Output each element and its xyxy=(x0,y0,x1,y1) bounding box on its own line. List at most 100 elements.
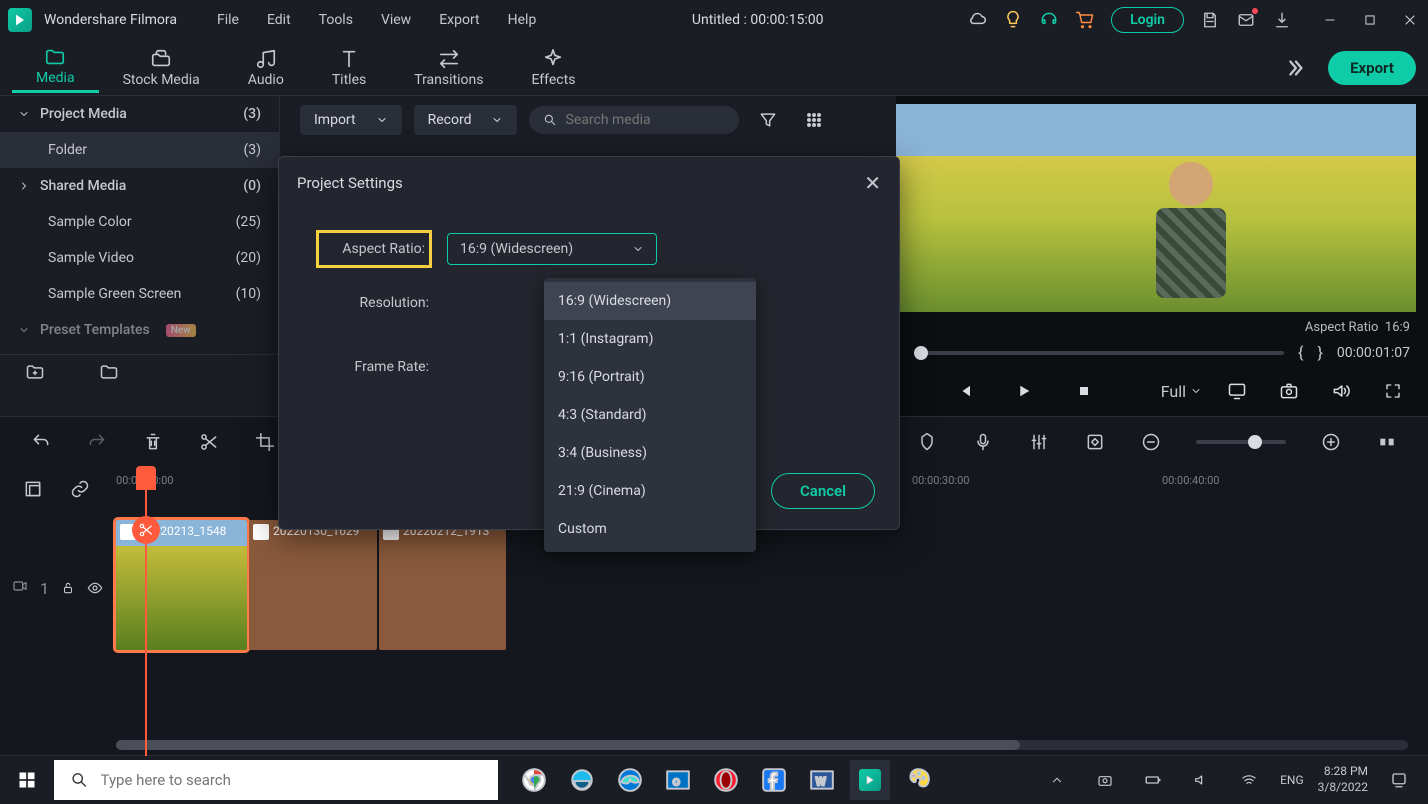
voiceover-icon[interactable] xyxy=(966,425,1000,459)
sidebar-item-preset-templates[interactable]: Preset TemplatesNew xyxy=(0,312,279,348)
maximize-icon[interactable] xyxy=(1360,10,1380,30)
headset-icon[interactable] xyxy=(1039,10,1059,30)
opera-icon[interactable] xyxy=(706,760,746,800)
edge-icon[interactable] xyxy=(610,760,650,800)
tab-titles[interactable]: Titles xyxy=(308,44,390,92)
scissors-icon[interactable] xyxy=(132,516,160,544)
close-icon[interactable]: ✕ xyxy=(864,171,881,195)
menu-edit[interactable]: Edit xyxy=(255,8,303,32)
undo-icon[interactable] xyxy=(24,425,58,459)
timeline-clip[interactable]: 20220130_1629 xyxy=(249,520,377,650)
zoom-out-icon[interactable] xyxy=(1134,425,1168,459)
cloud-icon[interactable] xyxy=(967,10,987,30)
ie-icon[interactable] xyxy=(562,760,602,800)
sidebar-item-sample-color[interactable]: Sample Color(25) xyxy=(0,204,279,240)
aspect-ratio-option[interactable]: 4:3 (Standard) xyxy=(544,396,756,434)
record-dropdown[interactable]: Record xyxy=(414,105,518,135)
aspect-ratio-select[interactable]: 16:9 (Widescreen) xyxy=(447,233,657,265)
split-icon[interactable] xyxy=(192,425,226,459)
sidebar-item-shared-media[interactable]: Shared Media(0) xyxy=(0,168,279,204)
eye-icon[interactable] xyxy=(87,571,103,605)
menu-export[interactable]: Export xyxy=(427,8,491,32)
preview-scrubber[interactable] xyxy=(914,351,1284,355)
close-icon[interactable] xyxy=(1400,10,1420,30)
menu-view[interactable]: View xyxy=(369,8,423,32)
menu-help[interactable]: Help xyxy=(496,8,549,32)
start-button[interactable] xyxy=(0,756,54,804)
zoom-in-icon[interactable] xyxy=(1314,425,1348,459)
menu-file[interactable]: File xyxy=(205,8,251,32)
tray-battery-icon[interactable] xyxy=(1136,763,1170,797)
sidebar-item-project-media[interactable]: Project Media(3) xyxy=(0,96,279,132)
tray-chevron-icon[interactable] xyxy=(1040,763,1074,797)
timeline-scrollbar[interactable] xyxy=(116,740,1408,750)
word-icon[interactable]: W xyxy=(802,760,842,800)
play-icon[interactable] xyxy=(1007,374,1041,408)
export-button[interactable]: Export xyxy=(1328,51,1416,85)
tab-media[interactable]: Media xyxy=(12,42,99,93)
aspect-ratio-option[interactable]: 21:9 (Cinema) xyxy=(544,472,756,510)
quality-dropdown[interactable]: Full xyxy=(1161,382,1202,401)
tab-effects[interactable]: Effects xyxy=(507,44,599,92)
timeline-layers-icon[interactable] xyxy=(18,472,47,506)
notifications-icon[interactable] xyxy=(1382,763,1416,797)
language-indicator[interactable]: ENG xyxy=(1280,773,1304,787)
taskbar-search[interactable] xyxy=(54,760,498,800)
bracket-left[interactable]: { xyxy=(1298,343,1303,362)
fullscreen-icon[interactable] xyxy=(1376,374,1410,408)
taskbar-search-field[interactable] xyxy=(101,771,482,789)
cancel-button[interactable]: Cancel xyxy=(771,473,875,509)
prev-frame-icon[interactable] xyxy=(947,374,981,408)
expand-tabs-icon[interactable] xyxy=(1278,51,1312,85)
sidebar-item-sample-video[interactable]: Sample Video(20) xyxy=(0,240,279,276)
download-icon[interactable] xyxy=(1272,10,1292,30)
save-icon[interactable] xyxy=(1200,10,1220,30)
tray-volume-icon[interactable] xyxy=(1184,763,1218,797)
import-dropdown[interactable]: Import xyxy=(300,105,402,135)
display-icon[interactable] xyxy=(1220,374,1254,408)
tray-camera-icon[interactable] xyxy=(1088,763,1122,797)
search-media-input[interactable] xyxy=(529,106,739,134)
lightbulb-icon[interactable] xyxy=(1003,10,1023,30)
aspect-ratio-option[interactable]: 1:1 (Instagram) xyxy=(544,320,756,358)
menu-tools[interactable]: Tools xyxy=(307,8,365,32)
outlook-icon[interactable]: o xyxy=(658,760,698,800)
sidebar-item-folder[interactable]: Folder(3) xyxy=(0,132,279,168)
zoom-fit-icon[interactable] xyxy=(1370,425,1404,459)
tab-stock-media[interactable]: Stock Media xyxy=(99,44,224,92)
preview-video[interactable] xyxy=(896,104,1416,312)
system-clock[interactable]: 8:28 PM3/8/2022 xyxy=(1318,764,1368,795)
marker-icon[interactable] xyxy=(910,425,944,459)
bracket-right[interactable]: } xyxy=(1317,343,1322,362)
timeline-clip[interactable]: 20220212_1913 xyxy=(379,520,506,650)
aspect-ratio-option[interactable]: Custom xyxy=(544,510,756,548)
grid-view-icon[interactable] xyxy=(797,103,831,137)
tray-wifi-icon[interactable] xyxy=(1232,763,1266,797)
sidebar-item-sample-green-screen[interactable]: Sample Green Screen(10) xyxy=(0,276,279,312)
audio-mixer-icon[interactable] xyxy=(1022,425,1056,459)
filmora-taskbar-icon[interactable] xyxy=(850,760,890,800)
tab-audio[interactable]: Audio xyxy=(224,44,308,92)
new-folder-icon[interactable] xyxy=(18,355,52,389)
zoom-slider[interactable] xyxy=(1196,440,1286,444)
cart-icon[interactable] xyxy=(1075,10,1095,30)
search-field[interactable] xyxy=(566,112,726,128)
link-icon[interactable] xyxy=(65,472,94,506)
login-button[interactable]: Login xyxy=(1111,7,1184,33)
aspect-ratio-option[interactable]: 3:4 (Business) xyxy=(544,434,756,472)
delete-icon[interactable] xyxy=(136,425,170,459)
redo-icon[interactable] xyxy=(80,425,114,459)
stop-icon[interactable] xyxy=(1067,374,1101,408)
chrome-icon[interactable] xyxy=(514,760,554,800)
paint-icon[interactable] xyxy=(898,760,938,800)
aspect-ratio-option[interactable]: 9:16 (Portrait) xyxy=(544,358,756,396)
filter-icon[interactable] xyxy=(751,103,785,137)
folder-icon[interactable] xyxy=(92,355,126,389)
snapshot-icon[interactable] xyxy=(1272,374,1306,408)
volume-icon[interactable] xyxy=(1324,374,1358,408)
playhead[interactable] xyxy=(145,466,147,756)
tab-transitions[interactable]: Transitions xyxy=(390,44,507,92)
crop-icon[interactable] xyxy=(248,425,282,459)
keyframe-icon[interactable] xyxy=(1078,425,1112,459)
minimize-icon[interactable] xyxy=(1320,10,1340,30)
